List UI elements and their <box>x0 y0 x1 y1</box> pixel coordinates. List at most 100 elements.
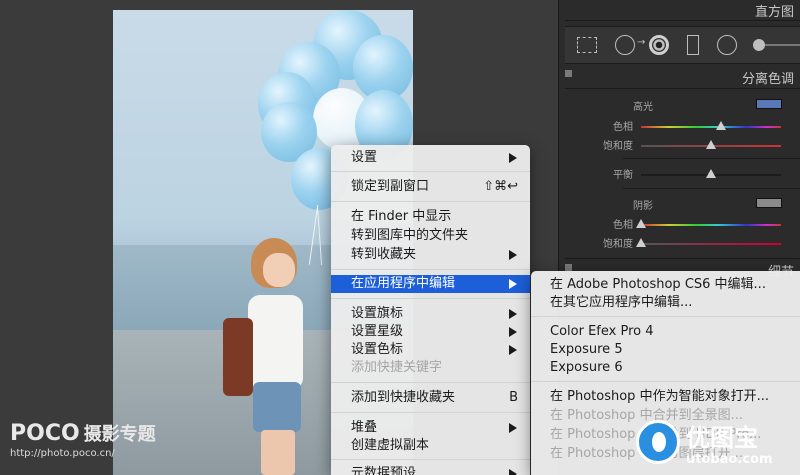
panel-divider <box>565 88 800 89</box>
utobao-domain: utobao.com <box>686 452 773 467</box>
highlights-saturation-label: 饱和度 <box>603 141 633 152</box>
submenu-arrow-icon <box>509 309 517 319</box>
menu-item-label: 在其它应用程序中编辑... <box>550 295 693 310</box>
submenu-arrow-icon <box>509 469 517 475</box>
slider-thumb[interactable] <box>706 169 716 178</box>
menu-item-label: 锁定到副窗口 <box>351 179 430 194</box>
highlights-saturation-slider[interactable]: 饱和度 <box>565 137 800 155</box>
slider-thumb[interactable] <box>636 219 646 228</box>
submenu-item-edit-in-other-app[interactable]: 在其它应用程序中编辑... <box>531 294 800 312</box>
poco-tag: 摄影专题 <box>83 424 156 445</box>
submenu-item-color-efex[interactable]: Color Efex Pro 4 <box>531 323 800 341</box>
saturation-track <box>641 243 781 245</box>
tool-strip: → <box>565 26 800 64</box>
menu-item-label: 转到收藏夹 <box>351 247 417 262</box>
menu-separator <box>331 269 530 270</box>
submenu-arrow-icon <box>509 153 517 163</box>
balance-slider[interactable]: 平衡 <box>565 166 800 184</box>
menu-item-set-color-label[interactable]: 设置色标 <box>331 341 530 359</box>
menu-item-show-in-finder[interactable]: 在 Finder 中显示 <box>331 208 530 226</box>
submenu-item-edit-in-photoshop[interactable]: 在 Adobe Photoshop CS6 中编辑... <box>531 276 800 294</box>
menu-separator <box>531 381 800 382</box>
menu-item-set-flag[interactable]: 设置旗标 <box>331 305 530 323</box>
slider-thumb[interactable] <box>716 121 726 130</box>
submenu-arrow-icon <box>509 250 517 260</box>
menu-item-label: 添加快捷关键字 <box>351 360 443 375</box>
submenu-item-exposure-5[interactable]: Exposure 5 <box>531 341 800 359</box>
shadows-hue-slider[interactable]: 色相 <box>565 216 800 234</box>
menu-item-set-rating[interactable]: 设置星级 <box>331 323 530 341</box>
menu-item-label: 设置星级 <box>351 324 404 339</box>
panel-divider <box>623 188 800 189</box>
highlights-hue-label: 色相 <box>613 122 633 133</box>
menu-separator <box>331 171 530 172</box>
menu-item-label: 转到图库中的文件夹 <box>351 228 469 243</box>
girl-shorts <box>253 382 301 432</box>
menu-item-add-shortcut-keyword: 添加快捷关键字 <box>331 359 530 377</box>
highlights-title: 高光 <box>633 102 653 113</box>
girl-legs <box>261 430 295 475</box>
panel-divider <box>623 158 800 159</box>
utobao-watermark: 优图宝 utobao.com <box>636 418 796 473</box>
menu-separator <box>331 459 530 460</box>
submenu-item-exposure-6[interactable]: Exposure 6 <box>531 359 800 377</box>
panel-divider <box>565 258 800 259</box>
hue-track <box>641 126 781 128</box>
histogram-title[interactable]: 直方图 <box>755 1 794 20</box>
adjustment-brush-line <box>765 44 800 46</box>
submenu-arrow-icon <box>509 279 517 289</box>
menu-item-label: 设置 <box>351 150 378 165</box>
shadows-title: 阴影 <box>633 201 653 212</box>
adjustment-brush-icon[interactable] <box>753 39 765 51</box>
shadows-hue-label: 色相 <box>613 220 633 231</box>
menu-separator <box>331 412 530 413</box>
menu-item-label: 设置旗标 <box>351 306 404 321</box>
menu-separator <box>331 382 530 383</box>
backpack <box>223 318 253 396</box>
hue-track <box>641 224 781 226</box>
menu-item-edit-in[interactable]: 在应用程序中编辑 <box>331 275 530 293</box>
shadows-saturation-label: 饱和度 <box>603 239 633 250</box>
balance-label: 平衡 <box>613 170 633 181</box>
girl-face <box>263 253 295 287</box>
menu-separator <box>531 316 800 317</box>
menu-item-label: 在应用程序中编辑 <box>351 276 456 291</box>
split-toning-toggle[interactable] <box>565 70 572 77</box>
panel-divider <box>565 20 800 21</box>
slider-thumb[interactable] <box>706 140 716 149</box>
menu-item-create-virtual-copy[interactable]: 创建虚拟副本 <box>331 437 530 455</box>
red-eye-icon[interactable] <box>649 35 669 55</box>
menu-item-label: 添加到快捷收藏夹 <box>351 390 456 405</box>
graduated-filter-icon[interactable] <box>687 35 699 55</box>
menu-item-go-to-collection[interactable]: 转到收藏夹 <box>331 246 530 264</box>
menu-item-add-to-quick-collection[interactable]: 添加到快捷收藏夹 B <box>331 389 530 407</box>
menu-item-label: Color Efex Pro 4 <box>550 324 654 339</box>
menu-item-stacking[interactable]: 堆叠 <box>331 419 530 437</box>
menu-separator <box>331 201 530 202</box>
submenu-arrow-icon <box>509 423 517 433</box>
menu-shortcut: B <box>509 390 518 405</box>
shadows-saturation-slider[interactable]: 饱和度 <box>565 235 800 253</box>
crop-overlay-icon[interactable] <box>577 37 597 53</box>
slider-thumb[interactable] <box>636 238 646 247</box>
submenu-item-open-as-smart-object[interactable]: 在 Photoshop 中作为智能对象打开... <box>531 388 800 406</box>
menu-item-label: 设置色标 <box>351 342 404 357</box>
utobao-logo-icon <box>636 420 680 464</box>
utobao-brand: 优图宝 <box>686 424 758 452</box>
menu-item-lock-to-secondary[interactable]: 锁定到副窗口 ⇧⌘↩ <box>331 178 530 196</box>
highlights-color-swatch[interactable] <box>756 99 782 109</box>
menu-item-go-to-folder[interactable]: 转到图库中的文件夹 <box>331 227 530 245</box>
menu-item-label: 元数据预设 <box>351 466 417 475</box>
poco-watermark: POCO 摄影专题 http://photo.poco.cn/ <box>10 420 156 459</box>
menu-shortcut: ⇧⌘↩ <box>483 179 518 194</box>
menu-item-metadata-presets[interactable]: 元数据预设 <box>331 465 530 475</box>
highlights-hue-slider[interactable]: 色相 <box>565 118 800 136</box>
radial-filter-icon[interactable] <box>717 35 737 55</box>
context-menu: 设置 锁定到副窗口 ⇧⌘↩ 在 Finder 中显示 转到图库中的文件夹 转到收… <box>331 145 530 475</box>
menu-item-settings[interactable]: 设置 <box>331 149 530 167</box>
split-toning-title[interactable]: 分离色调 <box>742 68 794 87</box>
detail-toggle[interactable] <box>565 264 572 271</box>
menu-item-label: Exposure 6 <box>550 360 623 375</box>
shadows-color-swatch[interactable] <box>756 198 782 208</box>
spot-removal-icon[interactable] <box>615 35 635 55</box>
